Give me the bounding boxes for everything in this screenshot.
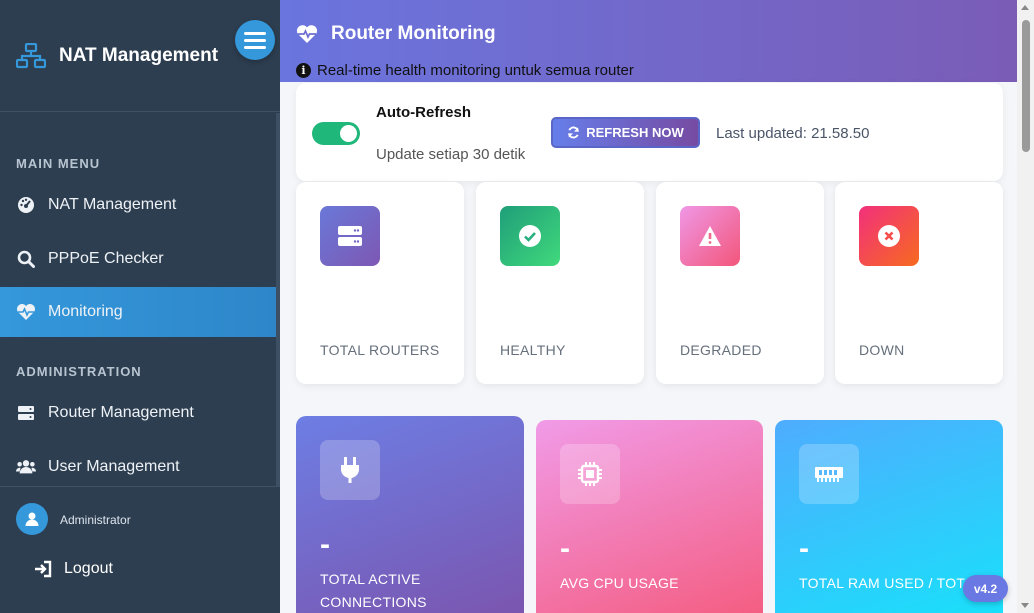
- scroll-down-icon[interactable]: [1021, 603, 1029, 608]
- main-content: Router Monitoring i Real-time health mon…: [280, 0, 1034, 613]
- section-label-administration: ADMINISTRATION: [16, 364, 142, 379]
- x-circle-icon: [859, 206, 919, 266]
- sidebar-item-label: PPPoE Checker: [48, 250, 164, 267]
- page-title: Router Monitoring: [296, 23, 496, 45]
- check-circle-icon: [500, 206, 560, 266]
- metric-label: TOTAL RAM USED / TOTAL: [799, 575, 969, 591]
- dashboard-icon: [16, 195, 36, 215]
- user-name: Administrator: [60, 513, 131, 527]
- page-title-text: Router Monitoring: [331, 23, 496, 44]
- stat-card-healthy: HEALTHY: [476, 182, 644, 384]
- refresh-now-button[interactable]: REFRESH NOW: [551, 117, 700, 148]
- page-subtitle-text: Real-time health monitoring untuk semua …: [317, 62, 634, 79]
- sidebar-item-nat-management[interactable]: NAT Management: [0, 180, 276, 230]
- metric-value: -: [560, 532, 570, 565]
- metric-label: TOTAL ACTIVE CONNECTIONS: [320, 571, 427, 610]
- sidebar-item-label: User Management: [48, 458, 180, 475]
- toggle-knob: [340, 125, 357, 142]
- heartbeat-icon: [296, 25, 318, 43]
- brand-title: NAT Management: [59, 44, 219, 66]
- auto-refresh-toggle[interactable]: [312, 122, 360, 145]
- sidebar: NAT Management MAIN MENU NAT Management …: [0, 0, 280, 613]
- sidebar-item-user-management[interactable]: User Management: [0, 442, 276, 492]
- page-header: Router Monitoring i Real-time health mon…: [280, 0, 1034, 82]
- stat-label: TOTAL ROUTERS: [320, 342, 440, 358]
- sidebar-item-label: Monitoring: [48, 303, 123, 320]
- stat-card-degraded: DEGRADED: [656, 182, 824, 384]
- sidebar-item-monitoring[interactable]: Monitoring: [0, 287, 276, 337]
- search-icon: [16, 249, 36, 269]
- avatar: [16, 503, 48, 535]
- auto-refresh-subtitle: Update setiap 30 detik: [376, 146, 526, 163]
- scrollbar-thumb[interactable]: [1022, 20, 1030, 152]
- server-icon: [16, 403, 36, 423]
- sidebar-brand: NAT Management: [0, 0, 280, 112]
- last-updated-text: Last updated: 21.58.50: [716, 125, 870, 142]
- page-scrollbar[interactable]: [1017, 0, 1034, 613]
- sidebar-item-label: NAT Management: [48, 196, 177, 213]
- refresh-now-label: REFRESH NOW: [586, 125, 684, 140]
- metric-label: AVG CPU USAGE: [560, 575, 679, 591]
- logout-button[interactable]: Logout: [33, 559, 113, 579]
- network-icon: [16, 42, 46, 68]
- stat-label: HEALTHY: [500, 342, 566, 358]
- refresh-icon: [568, 126, 580, 139]
- version-badge: v4.2: [963, 575, 1008, 602]
- logout-label: Logout: [64, 560, 113, 577]
- page-subtitle: i Real-time health monitoring untuk semu…: [296, 62, 634, 79]
- info-icon: i: [296, 63, 311, 78]
- sidebar-item-router-management[interactable]: Router Management: [0, 388, 276, 438]
- metric-value: -: [799, 532, 809, 565]
- users-icon: [16, 457, 36, 477]
- scroll-up-icon[interactable]: [1021, 5, 1029, 10]
- sidebar-toggle-button[interactable]: [235, 20, 275, 60]
- user-block: Administrator Logout: [0, 486, 280, 613]
- stat-label: DOWN: [859, 342, 905, 358]
- stat-card-total-routers: TOTAL ROUTERS: [296, 182, 464, 384]
- user-icon: [25, 512, 39, 526]
- logout-icon: [35, 560, 52, 578]
- stat-card-down: DOWN: [835, 182, 1003, 384]
- sidebar-item-pppoe-checker[interactable]: PPPoE Checker: [0, 234, 276, 284]
- memory-icon: [799, 444, 859, 504]
- heartbeat-icon: [16, 302, 36, 322]
- stat-label: DEGRADED: [680, 342, 762, 358]
- metric-value: -: [320, 528, 330, 561]
- cpu-icon: [560, 444, 620, 504]
- auto-refresh-title: Auto-Refresh: [376, 104, 472, 121]
- warning-icon: [680, 206, 740, 266]
- metric-card-total-active-connections: - TOTAL ACTIVE CONNECTIONS: [296, 416, 524, 613]
- section-label-main-menu: MAIN MENU: [16, 156, 101, 171]
- plug-icon: [320, 440, 380, 500]
- sidebar-item-label: Router Management: [48, 404, 194, 421]
- auto-refresh-card: Auto-Refresh Update setiap 30 detik REFR…: [296, 83, 1003, 181]
- metric-card-avg-cpu-usage: - AVG CPU USAGE: [536, 420, 763, 613]
- hamburger-icon: [244, 31, 266, 35]
- server-icon: [320, 206, 380, 266]
